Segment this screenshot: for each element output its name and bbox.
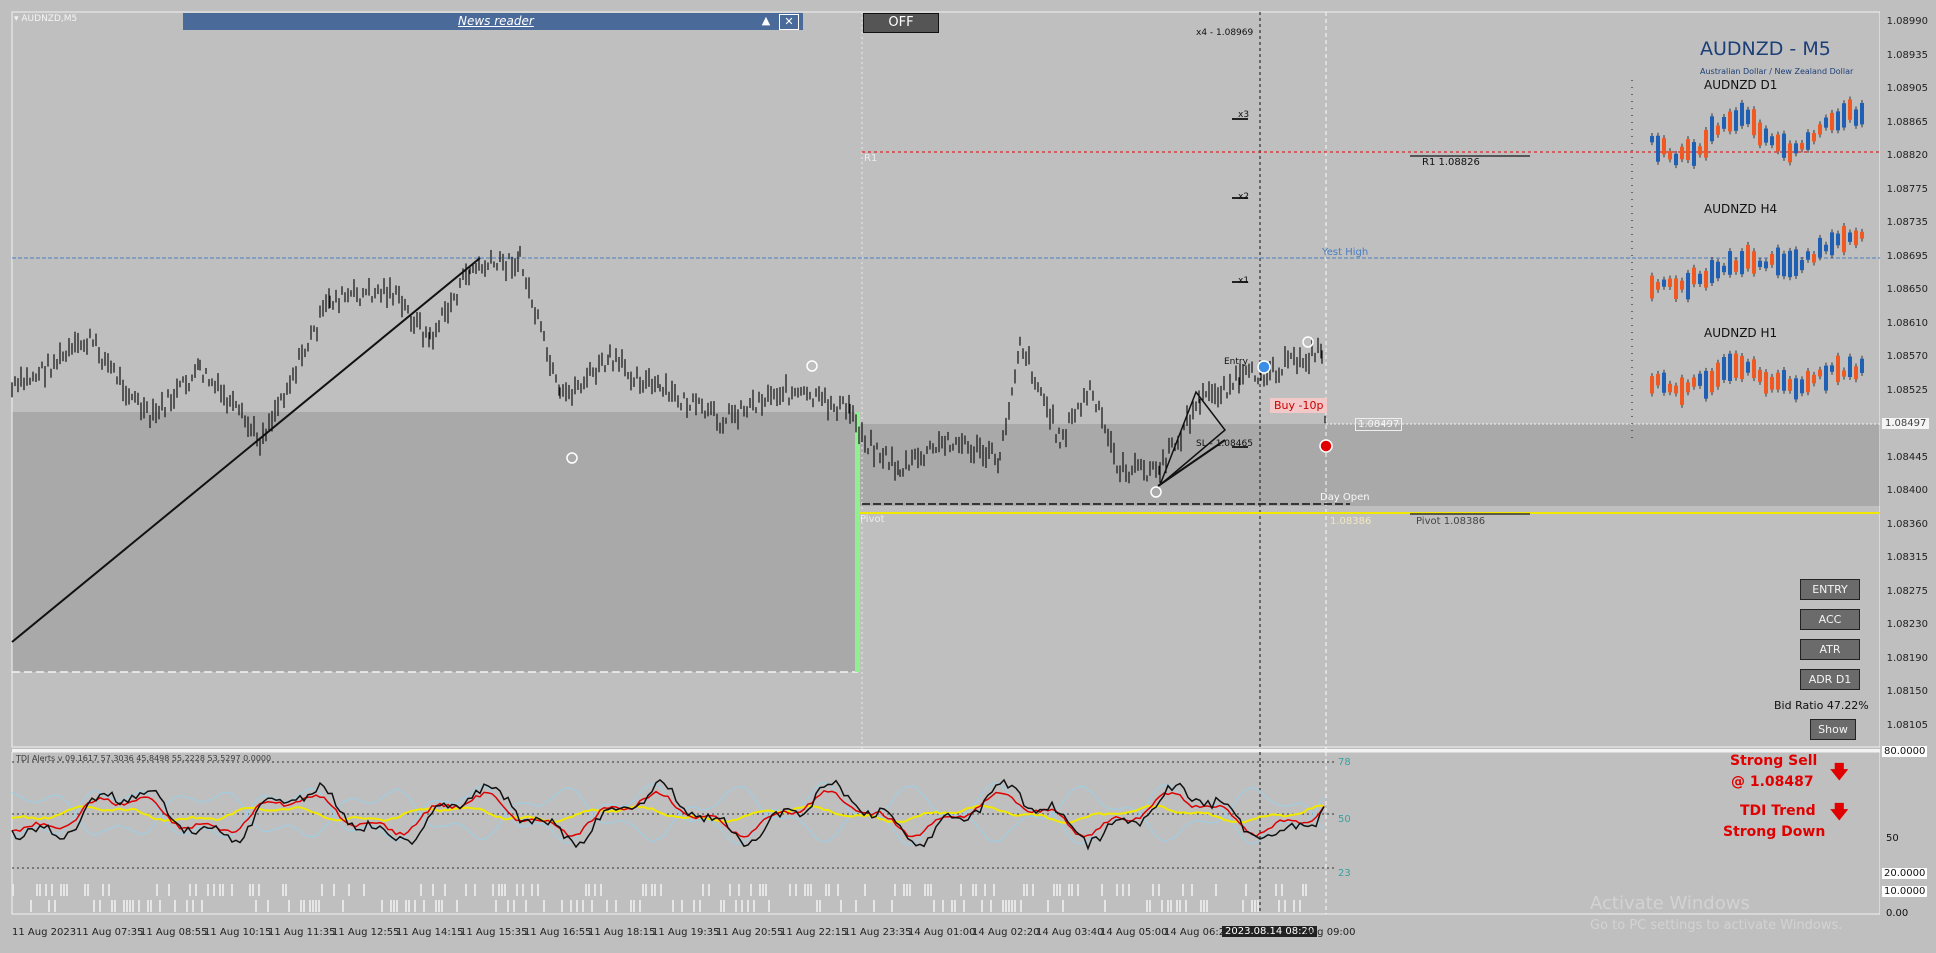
current-price-box: 1.08497 bbox=[1355, 418, 1403, 431]
news-reader-title[interactable]: News reader bbox=[458, 14, 534, 28]
level-x4: x4 - 1.08969 bbox=[1196, 28, 1254, 38]
time-axis-label: 11 Aug 2023 bbox=[12, 927, 77, 938]
pivot-value-label: 1.08386 bbox=[1330, 516, 1372, 527]
news-reader-bar[interactable]: News reader ▲ ✕ bbox=[183, 13, 803, 30]
time-axis-label: 11 Aug 16:55 bbox=[524, 927, 592, 938]
tdi-level-23: 23 bbox=[1338, 868, 1351, 879]
watermark-sub: Go to PC settings to activate Windows. bbox=[1590, 918, 1843, 933]
price-axis-label: 1.08525 bbox=[1886, 384, 1928, 396]
price-axis-label: 1.08105 bbox=[1886, 719, 1928, 731]
time-last-label: Aug 09:00 bbox=[1304, 927, 1356, 938]
time-axis-label: 11 Aug 19:35 bbox=[652, 927, 720, 938]
collapse-icon[interactable]: ▲ bbox=[757, 14, 775, 28]
level-sl: SL - 1.08465 bbox=[1196, 439, 1253, 449]
price-current-tag: 1.08497 bbox=[1882, 418, 1930, 429]
price-axis-label: 1.08650 bbox=[1886, 284, 1928, 295]
r1-short-label: R1 bbox=[864, 153, 878, 164]
tdi-axis-zero: 0.00 bbox=[1886, 908, 1909, 919]
mini-label-d1: AUDNZD D1 bbox=[1704, 78, 1778, 92]
time-axis-label: 11 Aug 20:55 bbox=[716, 927, 784, 938]
price-axis-label: 1.08315 bbox=[1886, 552, 1928, 563]
time-axis-label: 14 Aug 02:20 bbox=[972, 927, 1040, 938]
price-axis-label: 1.08735 bbox=[1886, 217, 1928, 228]
time-axis-label: 11 Aug 18:15 bbox=[588, 927, 656, 938]
day-open-label: Day Open bbox=[1320, 492, 1370, 503]
sell-price-label: @ 1.08487 bbox=[1731, 774, 1814, 790]
entry-button[interactable]: ENTRY bbox=[1800, 579, 1860, 600]
tdi-level-78: 78 bbox=[1338, 757, 1351, 768]
time-axis-label: 11 Aug 10:15 bbox=[204, 927, 272, 938]
strong-down-label: Strong Down bbox=[1723, 824, 1826, 840]
price-axis-label: 1.08400 bbox=[1886, 485, 1928, 496]
price-axis-label: 1.08445 bbox=[1886, 451, 1928, 463]
price-axis-label: 1.08935 bbox=[1886, 49, 1928, 61]
acc-button[interactable]: ACC bbox=[1800, 609, 1860, 630]
price-axis[interactable]: 1.08990 1.08935 1.08905 1.08865 1.08820 1.087… bbox=[1880, 0, 1936, 953]
price-axis-label: 1.08230 bbox=[1886, 619, 1928, 630]
tdi-axis-mid: 50 bbox=[1886, 833, 1899, 844]
mini-label-h1: AUDNZD H1 bbox=[1704, 326, 1778, 340]
tdi-axis-top: 80.0000 bbox=[1882, 746, 1928, 757]
time-axis-label: 14 Aug 01:00 bbox=[908, 927, 976, 938]
price-axis-label: 1.08150 bbox=[1886, 686, 1928, 697]
show-button[interactable]: Show bbox=[1810, 719, 1856, 740]
price-axis-label: 1.08570 bbox=[1886, 351, 1928, 362]
atr-button[interactable]: ATR bbox=[1800, 639, 1860, 660]
strong-sell-label: Strong Sell bbox=[1730, 753, 1818, 769]
sell-arrow-icon: 🡇 bbox=[1830, 762, 1849, 783]
time-axis-label: 11 Aug 08:55 bbox=[140, 927, 208, 938]
buy-order-tag[interactable]: Buy -10p bbox=[1270, 398, 1328, 413]
time-cursor-tag: 2023.08.14 08:20 bbox=[1222, 926, 1318, 937]
price-chart-canvas[interactable] bbox=[0, 0, 1880, 750]
time-axis-label: 11 Aug 12:55 bbox=[332, 927, 400, 938]
close-icon[interactable]: ✕ bbox=[779, 14, 799, 30]
pair-subtitle: Australian Dollar / New Zealand Dollar bbox=[1700, 67, 1854, 76]
price-axis-label: 1.08275 bbox=[1886, 585, 1928, 597]
time-axis-label: 14 Aug 05:00 bbox=[1100, 927, 1168, 938]
indicator-header: TDI Alerts v 09.1617 57.3036 45.8498 55.… bbox=[16, 754, 272, 763]
price-axis-label: 1.08190 bbox=[1886, 652, 1928, 664]
level-x2: x2 bbox=[1238, 192, 1250, 202]
time-axis-label: 11 Aug 22:15 bbox=[780, 927, 848, 938]
mini-label-h4: AUDNZD H4 bbox=[1704, 202, 1778, 216]
level-x3: x3 bbox=[1238, 110, 1250, 120]
adr-d1-button[interactable]: ADR D1 bbox=[1800, 669, 1860, 690]
chart-window[interactable]: ▾ AUDNZD,M5 News reader ▲ ✕ OFF x4 - 1.0… bbox=[0, 0, 1936, 953]
price-axis-label: 1.08610 bbox=[1886, 317, 1928, 329]
price-axis-label: 1.08990 bbox=[1886, 16, 1928, 27]
pivot-label: Pivot 1.08386 bbox=[1416, 516, 1486, 527]
level-x1: x1 bbox=[1238, 276, 1250, 286]
symbol-label: ▾ AUDNZD,M5 bbox=[14, 14, 78, 24]
price-axis-label: 1.08775 bbox=[1886, 183, 1928, 195]
tdi-trend-label: TDI Trend bbox=[1740, 803, 1816, 819]
pivot-short-label: Pivot bbox=[860, 514, 885, 525]
level-entry: Entry bbox=[1224, 357, 1248, 367]
time-axis-label: 11 Aug 15:35 bbox=[460, 927, 528, 938]
bid-ratio: Bid Ratio 47.22% bbox=[1774, 699, 1869, 712]
time-axis-label: 14 Aug 03:40 bbox=[1036, 927, 1104, 938]
price-axis-label: 1.08865 bbox=[1886, 116, 1928, 128]
tdi-level-50: 50 bbox=[1338, 814, 1351, 825]
tdi-axis-lower: 10.0000 bbox=[1882, 886, 1928, 897]
tdi-axis-low: 20.0000 bbox=[1882, 868, 1928, 879]
watermark-title: Activate Windows bbox=[1590, 893, 1750, 914]
off-button[interactable]: OFF bbox=[863, 13, 939, 33]
yest-high-label: Yest High bbox=[1322, 247, 1369, 258]
price-axis-label: 1.08360 bbox=[1886, 518, 1928, 530]
pair-title: AUDNZD - M5 bbox=[1700, 38, 1831, 60]
time-axis-label: 11 Aug 14:15 bbox=[396, 927, 464, 938]
trend-arrow-icon: 🡇 bbox=[1830, 802, 1849, 823]
price-axis-label: 1.08820 bbox=[1886, 150, 1928, 161]
time-axis-label: 11 Aug 07:35 bbox=[76, 927, 144, 938]
time-axis-label: 11 Aug 23:35 bbox=[844, 927, 912, 938]
time-axis-label: 11 Aug 11:35 bbox=[268, 927, 336, 938]
price-axis-label: 1.08905 bbox=[1886, 83, 1928, 94]
price-axis-label: 1.08695 bbox=[1886, 250, 1928, 262]
r1-label: R1 1.08826 bbox=[1422, 157, 1480, 168]
multi-timeframe-charts bbox=[1631, 80, 1864, 440]
